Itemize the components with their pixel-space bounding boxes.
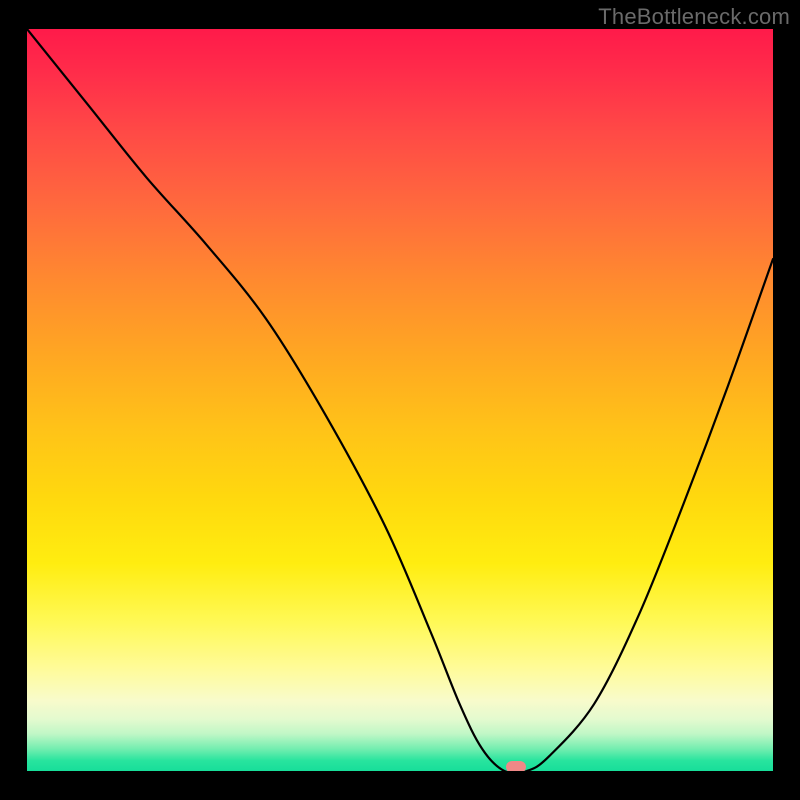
watermark-text: TheBottleneck.com bbox=[598, 4, 790, 30]
bottleneck-curve bbox=[27, 29, 773, 771]
plot-area bbox=[27, 29, 773, 771]
chart-frame: TheBottleneck.com bbox=[0, 0, 800, 800]
optimal-point-marker bbox=[506, 761, 526, 771]
